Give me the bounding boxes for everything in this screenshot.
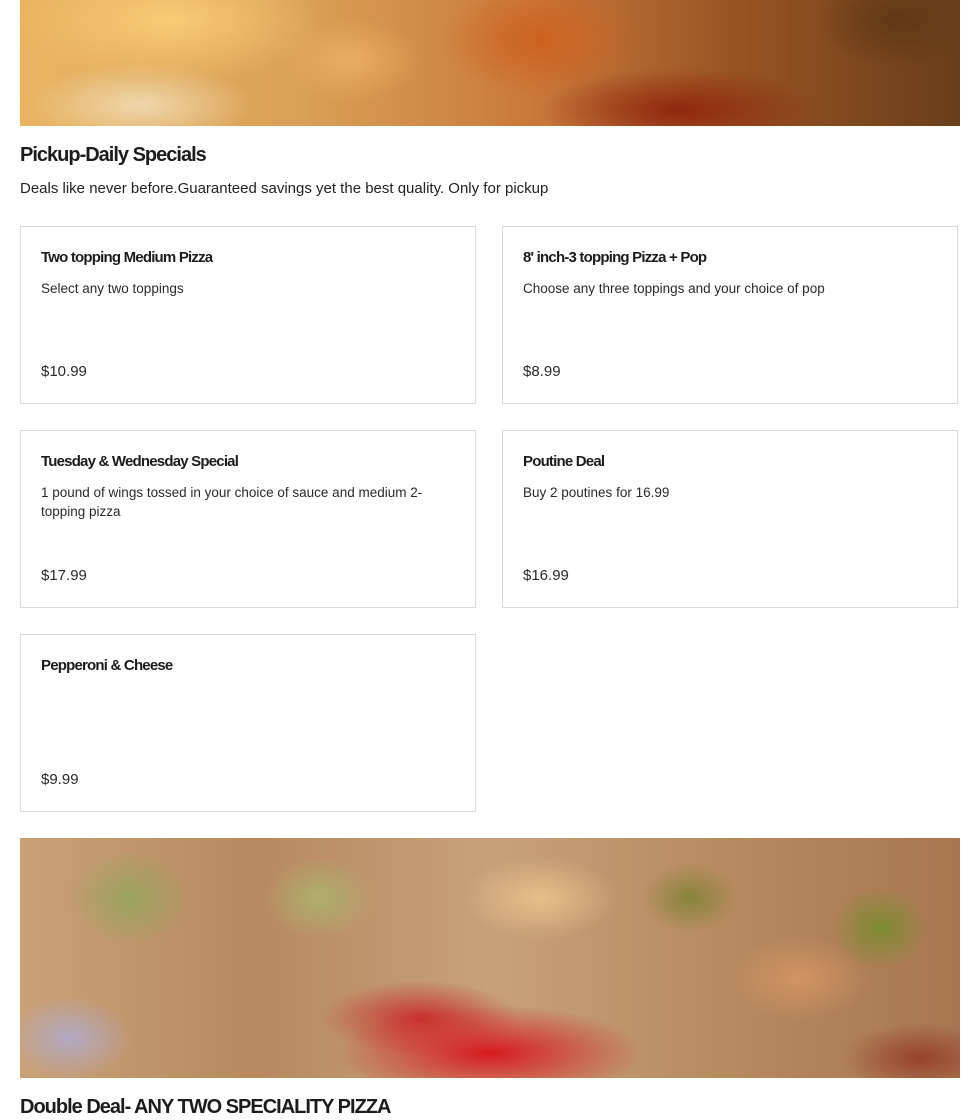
menu-page: Pickup-Daily Specials Deals like never b…: [0, 0, 965, 1120]
menu-item-description: 1 pound of wings tossed in your choice o…: [41, 485, 423, 519]
menu-item-price: $16.99: [523, 567, 569, 584]
section-title-daily-specials: Pickup-Daily Specials: [20, 144, 207, 166]
daily-specials-banner-image: [20, 0, 960, 126]
menu-item-card[interactable]: Poutine Deal Buy 2 poutines for 16.99 $1…: [502, 430, 958, 608]
menu-item-card[interactable]: Two topping Medium Pizza Select any two …: [20, 226, 476, 404]
section-title-double-deal: Double Deal- ANY TWO SPECIALITY PIZZA: [20, 1096, 391, 1118]
menu-item-price: $8.99: [523, 363, 561, 380]
menu-item-card[interactable]: 8' inch-3 topping Pizza + Pop Choose any…: [502, 226, 958, 404]
menu-item-description: Select any two toppings: [41, 281, 184, 296]
menu-item-name: Pepperoni & Cheese: [41, 657, 173, 674]
section-description-daily-specials: Deals like never before.Guaranteed savin…: [20, 180, 549, 197]
menu-item-card[interactable]: Pepperoni & Cheese $9.99: [20, 634, 476, 812]
menu-item-name: 8' inch-3 topping Pizza + Pop: [523, 249, 707, 266]
menu-item-description: Choose any three toppings and your choic…: [523, 281, 825, 296]
menu-item-description: Buy 2 poutines for 16.99: [523, 485, 670, 500]
menu-item-name: Poutine Deal: [523, 453, 605, 470]
menu-item-name: Two topping Medium Pizza: [41, 249, 213, 266]
menu-item-card[interactable]: Tuesday & Wednesday Special 1 pound of w…: [20, 430, 476, 608]
double-deal-banner-image: [20, 838, 960, 1078]
menu-item-price: $17.99: [41, 567, 87, 584]
menu-item-name: Tuesday & Wednesday Special: [41, 453, 239, 470]
menu-item-price: $9.99: [41, 771, 79, 788]
menu-item-price: $10.99: [41, 363, 87, 380]
